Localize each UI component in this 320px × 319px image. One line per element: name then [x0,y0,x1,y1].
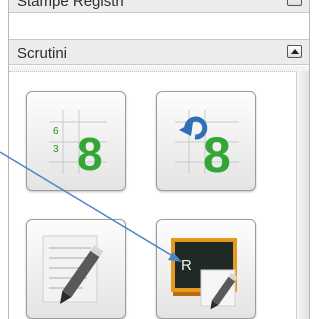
tile-notes-edit[interactable] [26,219,126,319]
board-text: R [181,257,192,274]
grade-small-a: 6 [53,126,59,137]
grade-small-b: 3 [53,144,59,155]
header-divider [9,66,309,72]
grade-refresh-icon: 8 [175,110,239,183]
tile-grade-8-grid[interactable]: 6 3 8 [26,91,126,191]
section-header-stampe-registri[interactable]: Stampe Registri [9,0,309,13]
collapse-toggle-scrutini[interactable] [287,45,302,58]
section-title-stampe-registri: Stampe Registri [17,0,124,10]
section-title-scrutini: Scrutini [17,45,68,62]
scrollbar-rail[interactable] [296,71,309,319]
tile-blackboard-edit[interactable]: R [156,219,256,319]
scrutini-panel-screenshot: Stampe Registri Scrutini 6 3 8 8 R [0,0,314,319]
collapse-toggle-stampe[interactable] [287,0,302,6]
blackboard-pencil-icon: R [171,238,238,310]
section-header-scrutini[interactable]: Scrutini [9,39,309,65]
grade-big-value: 8 [77,128,103,180]
collapse-up-icon [291,49,299,54]
notepad-pencil-icon [42,235,104,304]
grade-grid-icon: 6 3 8 [49,110,107,180]
grade-big-value-2: 8 [203,127,231,183]
tile-grade-8-refresh[interactable]: 8 [156,91,256,191]
